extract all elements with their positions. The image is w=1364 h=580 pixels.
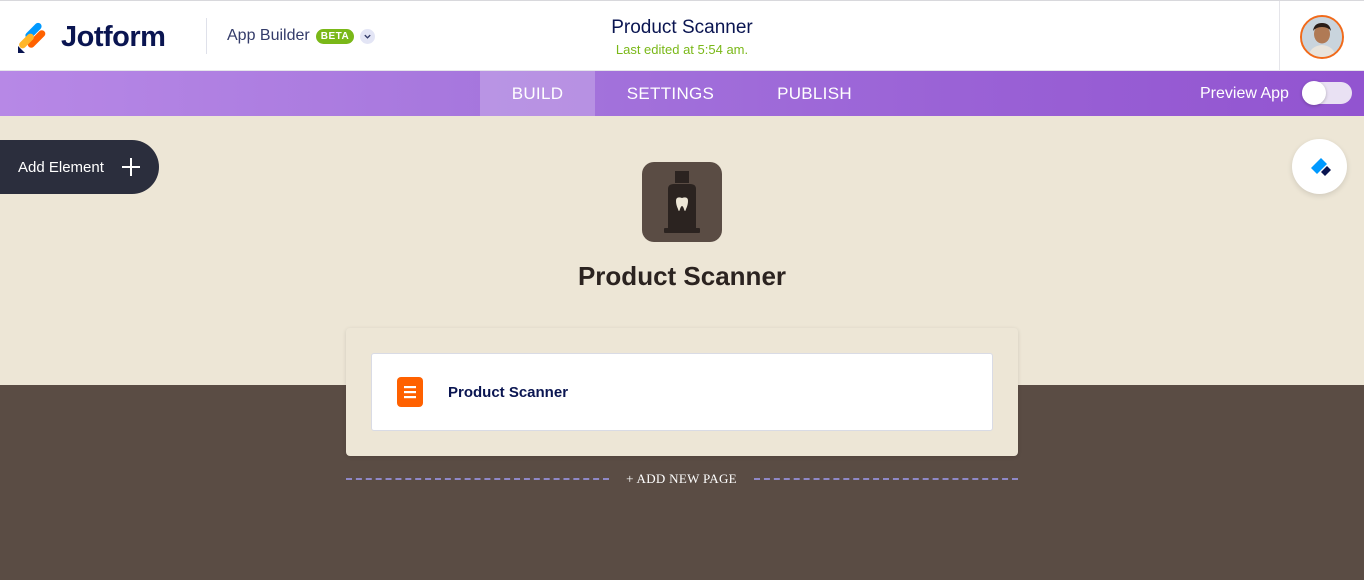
builder-navbar: BUILD SETTINGS PUBLISH Preview App — [0, 71, 1364, 116]
app-icon[interactable] — [642, 162, 722, 242]
pages-container: Product Scanner — [346, 328, 1018, 456]
plus-icon — [122, 158, 140, 176]
page-item-label: Product Scanner — [448, 384, 569, 401]
page-item[interactable]: Product Scanner — [371, 353, 993, 431]
paint-roller-icon — [1310, 157, 1331, 176]
add-new-page-button[interactable]: + ADD NEW PAGE — [609, 471, 754, 487]
add-element-button[interactable]: Add Element — [0, 140, 159, 194]
header-right-divider — [1279, 1, 1280, 71]
app-title[interactable]: Product Scanner — [0, 261, 1364, 292]
avatar-image — [1302, 17, 1342, 57]
add-element-label: Add Element — [18, 158, 104, 176]
document-title-block: Product Scanner Last edited at 5:54 am. — [0, 17, 1364, 57]
add-page-divider-left — [346, 478, 609, 480]
preview-app-label: Preview App — [1200, 85, 1289, 102]
toggle-knob — [1302, 81, 1326, 105]
app-designer-button[interactable] — [1292, 139, 1347, 194]
tab-settings[interactable]: SETTINGS — [607, 71, 734, 116]
add-page-divider-right — [754, 478, 1018, 480]
form-page-icon — [397, 377, 423, 407]
tab-build[interactable]: BUILD — [480, 71, 595, 116]
preview-app-toggle[interactable] — [1302, 81, 1352, 105]
document-title[interactable]: Product Scanner — [0, 17, 1364, 39]
top-header: Jotform App Builder BETA Product Scanner… — [0, 0, 1364, 71]
last-edited-status: Last edited at 5:54 am. — [615, 42, 749, 57]
user-avatar[interactable] — [1300, 15, 1344, 59]
bottle-icon — [664, 171, 700, 233]
tab-publish[interactable]: PUBLISH — [757, 71, 872, 116]
